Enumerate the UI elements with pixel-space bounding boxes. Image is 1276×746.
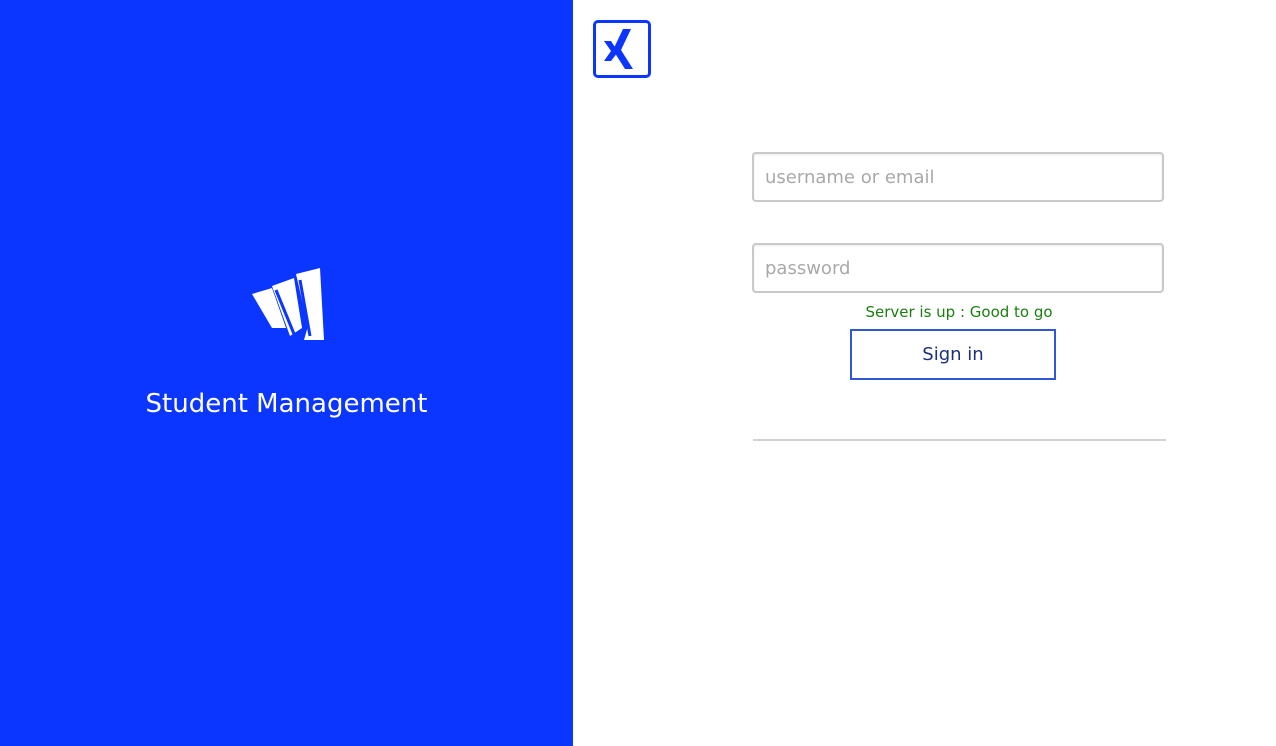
brand-panel: Student Management [0, 0, 573, 746]
login-panel: Server is up : Good to go Sign in [573, 0, 1276, 746]
password-input[interactable] [752, 243, 1164, 293]
form-divider [753, 439, 1166, 441]
server-status-text: Server is up : Good to go [865, 303, 1053, 321]
x-logo-icon [593, 20, 651, 78]
stacked-bars-logo-icon [250, 266, 328, 344]
username-input[interactable] [752, 152, 1164, 202]
app-title: Student Management [145, 389, 428, 419]
sign-in-button[interactable]: Sign in [850, 329, 1056, 380]
